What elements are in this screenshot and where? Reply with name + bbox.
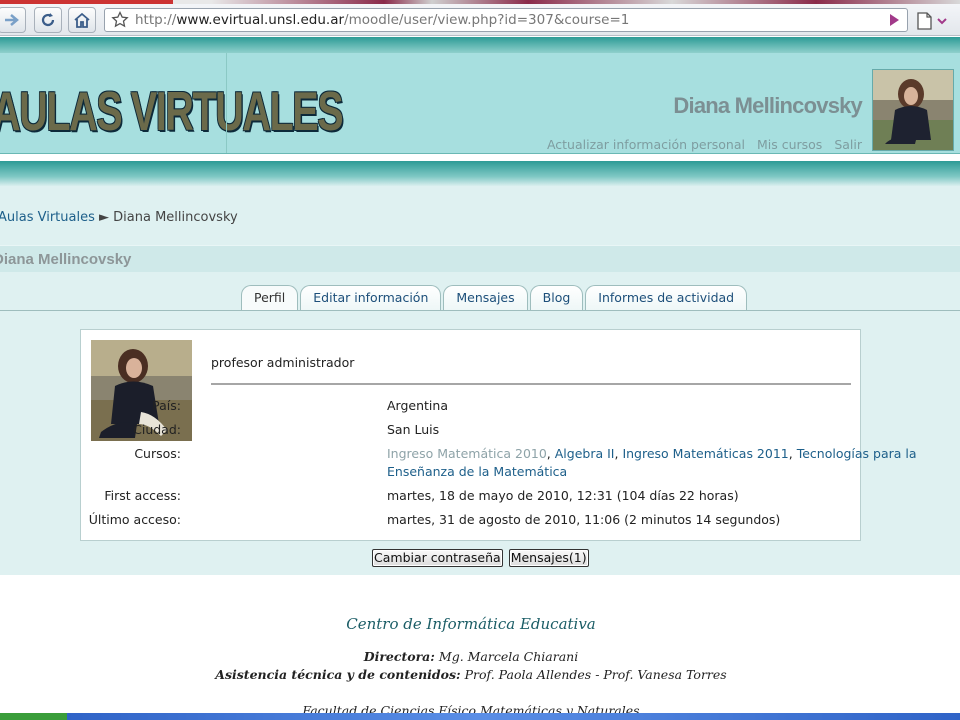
page-menu-button[interactable] xyxy=(914,10,954,32)
logout-link[interactable]: Salir xyxy=(834,137,862,152)
bookmark-star-icon[interactable] xyxy=(111,11,129,29)
forward-arrow-icon xyxy=(5,14,19,26)
breadcrumb-current: Diana Mellincovsky xyxy=(113,210,238,225)
course-link-ingreso-2011[interactable]: Ingreso Matemáticas 2011 xyxy=(622,446,788,461)
breadcrumb-home-link[interactable]: Aulas Virtuales xyxy=(0,210,95,225)
tab-perfil[interactable]: Perfil xyxy=(241,285,299,310)
header-top-stripe xyxy=(0,37,960,53)
home-button[interactable] xyxy=(68,7,96,33)
page-title: Diana Mellincovsky xyxy=(0,251,132,268)
reload-button[interactable] xyxy=(34,7,62,33)
course-link-tecnologias[interactable]: Tecnologías para la xyxy=(797,446,917,461)
os-taskbar xyxy=(0,713,960,720)
footer-title: Centro de Informática Educativa xyxy=(346,615,596,633)
home-icon xyxy=(74,12,90,28)
tab-mensajes[interactable]: Mensajes xyxy=(443,285,528,310)
profile-card: profesor administrador País: Argentina C… xyxy=(80,329,917,541)
go-arrow-icon[interactable] xyxy=(885,12,903,28)
tab-informes-de-actividad[interactable]: Informes de actividad xyxy=(585,285,748,310)
breadcrumb-separator-icon: ► xyxy=(99,210,110,225)
footer-director: Directora: Mg. Marcela Chiarani xyxy=(363,649,579,664)
pais-value: Argentina xyxy=(387,398,448,413)
last-access-label: Último acceso: xyxy=(88,512,181,527)
profile-actions: Cambiar contraseña Mensajes(1) xyxy=(372,549,589,567)
site-logo[interactable]: AULAS VIRTUALES xyxy=(0,57,344,149)
page-icon xyxy=(917,12,947,30)
url-text[interactable]: http://www.evirtual.unsl.edu.ar/moodle/u… xyxy=(135,12,629,28)
first-access-label: First access: xyxy=(104,488,181,503)
profile-tabs: Perfil Editar información Mensajes Blog … xyxy=(241,285,749,311)
ciudad-value: San Luis xyxy=(387,422,440,437)
profile-role: profesor administrador xyxy=(211,355,355,370)
header-user-photo[interactable] xyxy=(872,69,954,151)
site-footer: Centro de Informática Educativa Director… xyxy=(0,575,960,720)
breadcrumb: Aulas Virtuales ► Diana Mellincovsky xyxy=(0,210,238,225)
user-photo-image xyxy=(873,70,953,150)
logo-divider xyxy=(226,53,227,153)
course-link-algebra-ii[interactable]: Algebra II xyxy=(555,446,615,461)
ciudad-label: Ciudad: xyxy=(133,422,181,437)
role-divider xyxy=(211,383,851,385)
cursos-label: Cursos: xyxy=(134,446,181,461)
my-courses-link[interactable]: Mis cursos xyxy=(757,137,822,152)
last-access-value: martes, 31 de agosto de 2010, 11:06 (2 m… xyxy=(387,512,781,527)
messages-button[interactable]: Mensajes(1) xyxy=(508,549,589,567)
first-access-value: martes, 18 de mayo de 2010, 12:31 (104 d… xyxy=(387,488,739,503)
tab-editar-informacion[interactable]: Editar información xyxy=(300,285,442,310)
page-title-bar: Diana Mellincovsky xyxy=(0,245,960,272)
reload-icon xyxy=(41,13,55,27)
site-header: AULAS VIRTUALES Diana Mellincovsky Actua… xyxy=(0,53,960,154)
header-user-name: Diana Mellincovsky xyxy=(673,93,862,118)
course-link-tecnologias-cont[interactable]: Enseñanza de la Matemática xyxy=(387,464,567,479)
tab-blog[interactable]: Blog xyxy=(529,285,584,310)
cursos-value: Ingreso Matemática 2010, Algebra II, Ing… xyxy=(387,446,917,461)
header-links: Actualizar información personal Mis curs… xyxy=(539,137,862,152)
pais-label: País: xyxy=(152,398,181,413)
header-bottom-stripe xyxy=(0,161,960,187)
browser-toolbar: http://www.evirtual.unsl.edu.ar/moodle/u… xyxy=(0,4,960,36)
change-password-button[interactable]: Cambiar contraseña xyxy=(372,549,503,567)
footer-support: Asistencia técnica y de contenidos: Prof… xyxy=(215,667,727,682)
address-bar[interactable]: http://www.evirtual.unsl.edu.ar/moodle/u… xyxy=(104,8,908,32)
forward-button[interactable] xyxy=(0,7,26,33)
update-profile-link[interactable]: Actualizar información personal xyxy=(547,137,745,152)
course-link-ingreso-2010[interactable]: Ingreso Matemática 2010 xyxy=(387,446,547,461)
